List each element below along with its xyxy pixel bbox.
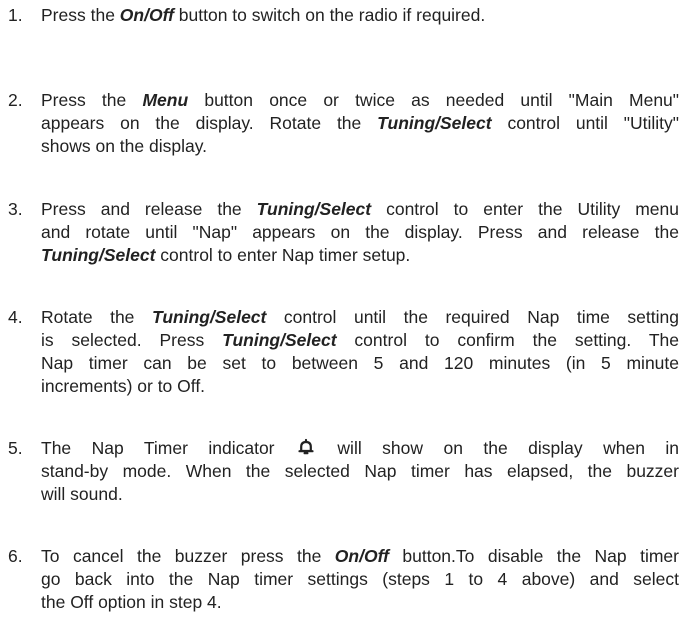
text-line: Press the On/Off button to switch on the… — [41, 5, 486, 25]
step-text: To cancel the buzzer press the On/Off bu… — [41, 545, 679, 614]
button-name: On/Off — [334, 546, 389, 566]
step-text: Press and release the Tuning/Select cont… — [41, 198, 679, 267]
step-number: 1. — [8, 5, 23, 25]
text-line: Nap timer can be set to between 5 and 12… — [41, 353, 679, 373]
step-number: 4. — [8, 307, 23, 327]
control-name: Tuning/Select — [151, 307, 267, 327]
control-name: Tuning/Select — [377, 113, 492, 133]
text-line: stand-by mode. When the selected Nap tim… — [41, 461, 679, 481]
text-line: Rotate the Tuning/Select control until t… — [41, 307, 679, 327]
text-line: Tuning/Select control to enter Nap timer… — [41, 245, 411, 265]
step-text: The Nap Timer indicator will show on the… — [41, 437, 679, 506]
control-name: Tuning/Select — [222, 330, 337, 350]
step-number: 6. — [8, 546, 23, 566]
button-name: On/Off — [119, 5, 174, 25]
text-line: increments) or to Off. — [41, 376, 206, 396]
button-name: Menu — [142, 90, 189, 110]
text-line: is selected. Press Tuning/Select control… — [41, 330, 679, 350]
step-number: 3. — [8, 199, 23, 219]
step-text: Press the On/Off button to switch on the… — [41, 4, 679, 27]
text-line: appears on the display. Rotate the Tunin… — [41, 113, 679, 133]
text-line: the Off option in step 4. — [41, 592, 222, 612]
bell-icon — [298, 438, 314, 455]
instruction-document: 1. Press the On/Off button to switch on … — [0, 0, 688, 642]
control-name: Tuning/Select — [41, 245, 156, 265]
text-line: will sound. — [41, 484, 123, 504]
text-line: The Nap Timer indicator will show on the… — [41, 438, 679, 458]
control-name: Tuning/Select — [256, 199, 372, 219]
text-line: and rotate until "Nap" appears on the di… — [41, 222, 679, 242]
text-line: To cancel the buzzer press the On/Off bu… — [41, 546, 679, 566]
text-line: Press and release the Tuning/Select cont… — [41, 199, 679, 219]
step-text: Rotate the Tuning/Select control until t… — [41, 306, 679, 398]
text-line: shows on the display. — [41, 136, 208, 156]
step-number: 5. — [8, 438, 23, 458]
step-number: 2. — [8, 90, 23, 110]
step-text: Press the Menu button once or twice as n… — [41, 89, 679, 158]
text-line: Press the Menu button once or twice as n… — [41, 90, 680, 110]
text-line: go back into the Nap timer settings (ste… — [41, 569, 679, 589]
